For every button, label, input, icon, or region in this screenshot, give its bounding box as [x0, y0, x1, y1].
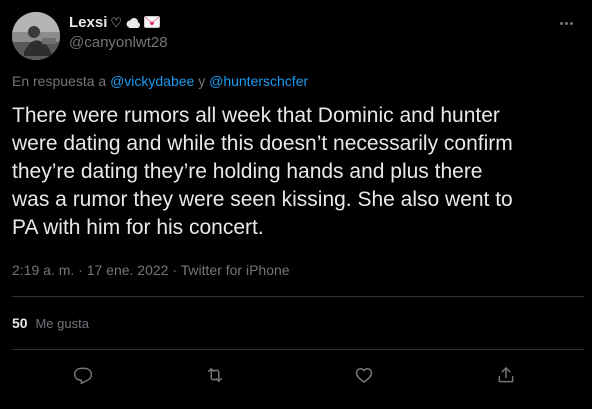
mention-link-1[interactable]: @vickydabee	[110, 73, 194, 89]
divider	[12, 296, 584, 297]
user-names: Lexsi ♡ @canyonlwt28	[69, 13, 168, 53]
reply-button[interactable]	[70, 362, 96, 388]
retweet-icon	[208, 368, 222, 382]
retweet-button[interactable]	[202, 362, 228, 388]
love-letter-icon	[144, 15, 161, 31]
tweet-card: Lexsi ♡ @canyonlwt28 En respuesta a @vic…	[0, 0, 592, 409]
avatar[interactable]	[12, 12, 60, 60]
reply-icon	[73, 367, 93, 385]
action-bar	[0, 358, 592, 392]
display-name[interactable]: Lexsi	[69, 13, 107, 33]
share-icon	[498, 367, 514, 383]
likes-stat[interactable]: 50 Me gusta	[12, 313, 89, 334]
like-button[interactable]	[351, 362, 377, 388]
mention-link-2[interactable]: @hunterschcfer	[209, 73, 308, 89]
tweet-text: There were rumors all week that Dominic …	[12, 104, 513, 239]
reply-context: En respuesta a @vickydabee y @hunterschc…	[12, 72, 308, 90]
display-name-row[interactable]: Lexsi ♡	[69, 13, 168, 33]
tweet-timestamp[interactable]: 2:19 a. m. · 17 ene. 2022 · Twitter for …	[12, 260, 290, 280]
cloud-icon	[125, 17, 141, 29]
heart-icon	[355, 368, 373, 383]
divider	[12, 349, 584, 350]
likes-label: Me gusta	[35, 316, 89, 331]
share-button[interactable]	[493, 362, 519, 388]
reply-prefix: En respuesta a	[12, 73, 107, 89]
heart-outline-icon: ♡	[110, 15, 123, 30]
user-handle[interactable]: @canyonlwt28	[69, 33, 168, 53]
tweet-header: Lexsi ♡ @canyonlwt28	[12, 12, 582, 60]
likes-count: 50	[12, 315, 28, 331]
more-options-icon[interactable]	[554, 14, 578, 32]
reply-connector: y	[198, 73, 206, 89]
